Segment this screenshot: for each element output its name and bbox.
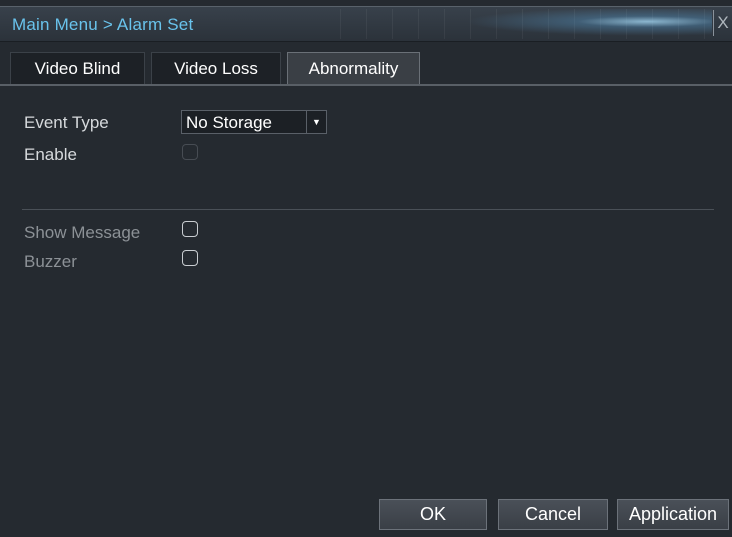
event-type-label: Event Type — [24, 113, 109, 132]
title-bar-glow — [452, 9, 712, 37]
window-title: Main Menu > Alarm Set — [12, 15, 194, 34]
cancel-button[interactable]: Cancel — [498, 499, 608, 530]
tab-video-loss[interactable]: Video Loss — [151, 52, 281, 84]
section-divider — [22, 209, 714, 210]
event-type-select[interactable]: No Storage ▼ — [181, 110, 327, 134]
show-message-checkbox[interactable] — [182, 221, 198, 237]
buzzer-checkbox[interactable] — [182, 250, 198, 266]
title-bar: Main Menu > Alarm Set X — [0, 6, 732, 42]
enable-checkbox[interactable] — [182, 144, 198, 160]
event-type-value: No Storage — [186, 113, 272, 132]
show-message-label: Show Message — [24, 223, 141, 242]
close-icon: X — [717, 13, 729, 32]
buzzer-label: Buzzer — [24, 252, 77, 271]
alarm-set-window: Main Menu > Alarm Set X Video Blind Vide… — [0, 0, 732, 537]
chevron-down-icon: ▼ — [306, 111, 326, 133]
tab-video-blind[interactable]: Video Blind — [10, 52, 145, 84]
enable-label: Enable — [24, 145, 77, 164]
application-button[interactable]: Application — [617, 499, 729, 530]
close-button[interactable]: X — [713, 10, 732, 36]
tab-abnormality[interactable]: Abnormality — [287, 52, 420, 84]
ok-button[interactable]: OK — [379, 499, 487, 530]
tab-bar: Video Blind Video Loss Abnormality — [0, 52, 732, 86]
